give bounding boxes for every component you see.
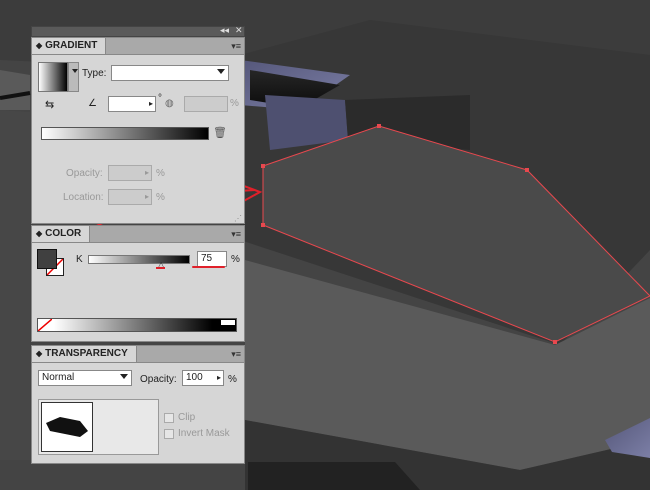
color-title: COLOR [45,228,82,239]
anchor-point[interactable] [377,124,381,128]
gradient-thumbnail[interactable] [38,62,68,92]
transparency-title: TRANSPARENCY [45,348,128,359]
anchor-point[interactable] [525,168,529,172]
invert-mask-label: Invert Mask [178,428,230,439]
reverse-gradient-icon[interactable]: ⇆ [45,98,54,111]
k-value: 75 [201,253,213,264]
stepper-icon[interactable]: ▸ [145,166,149,180]
type-label: Type: [82,68,107,79]
mask-thumbnail-area[interactable] [38,399,159,455]
gradient-tab-row: ◆ GRADIENT ▾≡ [32,38,244,55]
gradient-slider-bar[interactable] [41,127,209,140]
angle-icon: ∠ [88,98,97,109]
color-tab[interactable]: ◆ COLOR [32,226,91,242]
k-unit: % [231,254,240,265]
location-label: Location: [63,192,104,203]
gradient-thumbnail-menu[interactable] [68,62,79,92]
aspect-ratio-field[interactable] [184,96,228,112]
none-swatch-icon[interactable] [38,319,52,331]
color-tab-row: ◆ COLOR ▾≡ [32,226,244,243]
left-block [0,70,30,110]
gradient-title: GRADIENT [45,40,98,51]
location-field[interactable]: ▸ [108,189,152,205]
color-panel: ◆ COLOR ▾≡ K △ 75 % [31,225,245,342]
panel-menu-icon[interactable]: ▾≡ [231,39,241,53]
aspect-unit: % [230,98,239,109]
angle-unit: ° [158,93,162,104]
white-swatch[interactable] [221,320,235,325]
k-value-field[interactable]: 75 [197,251,227,267]
anchor-point[interactable] [261,164,265,168]
transparency-opacity-unit: % [228,374,237,385]
k-slider-track[interactable] [88,255,190,264]
tab-arrows-icon: ◆ [36,41,43,50]
clip-checkbox[interactable] [164,413,174,423]
trash-icon[interactable]: 🗑 [213,126,227,139]
gradient-opacity-label: Opacity: [66,168,103,179]
location-unit: % [156,192,165,203]
tab-arrows-icon: ◆ [36,349,43,358]
aspect-ratio-icon: ◍ [165,98,174,109]
fill-swatch[interactable] [37,249,57,269]
transparency-opacity-label: Opacity: [140,374,177,385]
color-spectrum-ramp[interactable] [37,318,237,332]
panel-menu-icon[interactable]: ▾≡ [231,227,241,241]
k-channel-label: K [76,254,83,265]
blend-mode-select[interactable]: Normal [38,370,132,386]
resize-grip-icon[interactable]: ⋰ [234,214,242,223]
dropdown-arrow-icon [217,69,225,74]
anchor-point[interactable] [553,340,557,344]
transparency-tab-row: ◆ TRANSPARENCY ▾≡ [32,346,244,363]
blend-mode-value: Normal [42,372,75,383]
bottom-shadow [248,462,420,490]
transparency-opacity-value: 100 [186,372,203,383]
gradient-panel: ◆ GRADIENT ▾≡ Type: ⇆ ∠ ▸ ° ◍ % 🗑 Opacity… [31,37,245,224]
object-thumbnail[interactable] [41,402,93,452]
transparency-panel: ◆ TRANSPARENCY ▾≡ Normal Opacity: 100 ▸ %… [31,345,245,464]
panel-dock-bar[interactable]: ◂◂ ✕ [31,25,245,37]
anchor-point[interactable] [261,223,265,227]
gradient-opacity-field[interactable]: ▸ [108,165,152,181]
clip-label: Clip [178,412,196,423]
panel-menu-icon[interactable]: ▾≡ [231,347,241,361]
annotation-underline-slider [156,267,165,269]
dropdown-arrow-icon [72,69,78,73]
invert-mask-checkbox[interactable] [164,429,174,439]
dropdown-arrow-icon [120,374,128,379]
tab-arrows-icon: ◆ [36,229,43,238]
transparency-opacity-field[interactable]: 100 ▸ [182,370,224,386]
stepper-icon[interactable]: ▸ [145,190,149,204]
stepper-icon[interactable]: ▸ [217,371,221,385]
transparency-tab[interactable]: ◆ TRANSPARENCY [32,346,137,362]
gradient-tab[interactable]: ◆ GRADIENT [32,38,107,54]
collapse-panel-icon[interactable]: ◂◂ [220,25,229,36]
gradient-opacity-unit: % [156,168,165,179]
left-shadow [0,110,30,460]
close-panel-icon[interactable]: ✕ [235,25,243,36]
angle-field[interactable]: ▸ [108,96,156,112]
annotation-underline-value [192,266,225,268]
stepper-icon[interactable]: ▸ [149,97,153,111]
gradient-type-select[interactable] [111,65,229,81]
object-thumbnail-shape [46,417,88,437]
